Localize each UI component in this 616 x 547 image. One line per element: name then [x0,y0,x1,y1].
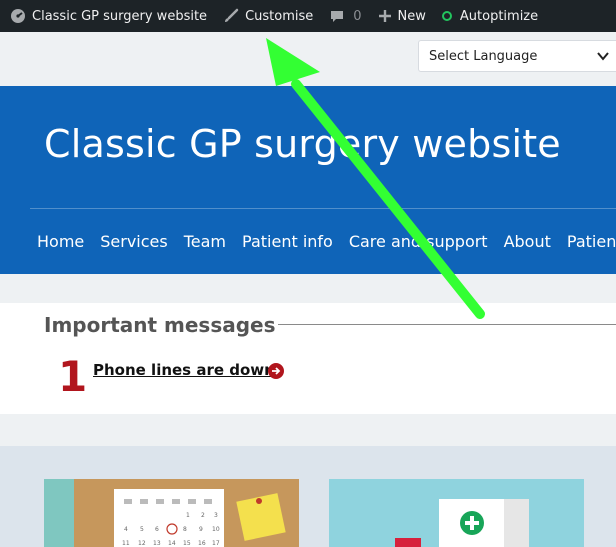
new-label: New [397,8,426,24]
health-card-image[interactable] [329,479,584,547]
svg-text:3: 3 [214,512,218,519]
first-aid-illustration [329,479,584,547]
admin-site-name: Classic GP surgery website [32,8,208,24]
plus-icon [378,10,391,22]
arrow-right-icon[interactable] [268,363,284,379]
message-number: 1 [58,352,88,401]
admin-site-link[interactable]: Classic GP surgery website [0,0,215,32]
new-content-link[interactable]: New [370,0,434,32]
svg-text:14: 14 [168,540,176,547]
svg-text:2: 2 [201,512,205,519]
nav-patient-group[interactable]: Patient gr [567,232,616,251]
svg-text:9: 9 [199,526,203,533]
nav-team[interactable]: Team [184,232,226,251]
svg-text:13: 13 [153,540,161,547]
message-link[interactable]: Phone lines are down [93,361,275,379]
nav-care-and-support[interactable]: Care and support [349,232,488,251]
svg-text:8: 8 [183,526,187,533]
comments-link[interactable]: 0 [321,0,369,32]
site-title[interactable]: Classic GP surgery website [44,122,561,166]
chevron-down-icon [597,52,609,61]
admin-bar: Classic GP surgery website Customise 0 N… [0,0,616,32]
paintbrush-icon [225,8,239,22]
autoptimize-label: Autoptimize [459,8,539,24]
dashboard-icon [11,9,25,23]
language-select-value: Select Language [429,48,538,64]
comment-icon [331,11,344,22]
main-nav: Home Services Team Patient info Care and… [37,232,616,251]
svg-text:4: 4 [124,526,128,533]
svg-text:16: 16 [198,540,206,547]
svg-text:5: 5 [140,526,144,533]
customise-label: Customise [245,8,314,24]
language-select[interactable]: Select Language [418,40,616,72]
autoptimize-link[interactable]: Autoptimize [434,0,546,32]
svg-text:11: 11 [122,540,130,547]
svg-text:1: 1 [186,512,190,519]
nav-home[interactable]: Home [37,232,84,251]
calendar-illustration: 123 4 5 6 8 9 10 11 12 13 14 15 16 17 [44,479,299,547]
appointments-card-image[interactable]: 123 4 5 6 8 9 10 11 12 13 14 15 16 17 [44,479,299,547]
autoptimize-status-icon [441,11,452,21]
nav-services[interactable]: Services [100,232,167,251]
svg-text:6: 6 [155,526,159,533]
svg-text:12: 12 [138,540,146,547]
messages-heading: Important messages [44,313,276,337]
nav-about[interactable]: About [504,232,551,251]
customise-link[interactable]: Customise [215,0,321,32]
svg-text:10: 10 [212,526,220,533]
messages-divider [278,324,616,325]
comments-count: 0 [353,8,362,24]
svg-text:15: 15 [183,540,191,547]
nav-patient-info[interactable]: Patient info [242,232,333,251]
svg-text:17: 17 [212,540,220,547]
header-divider [30,208,616,209]
